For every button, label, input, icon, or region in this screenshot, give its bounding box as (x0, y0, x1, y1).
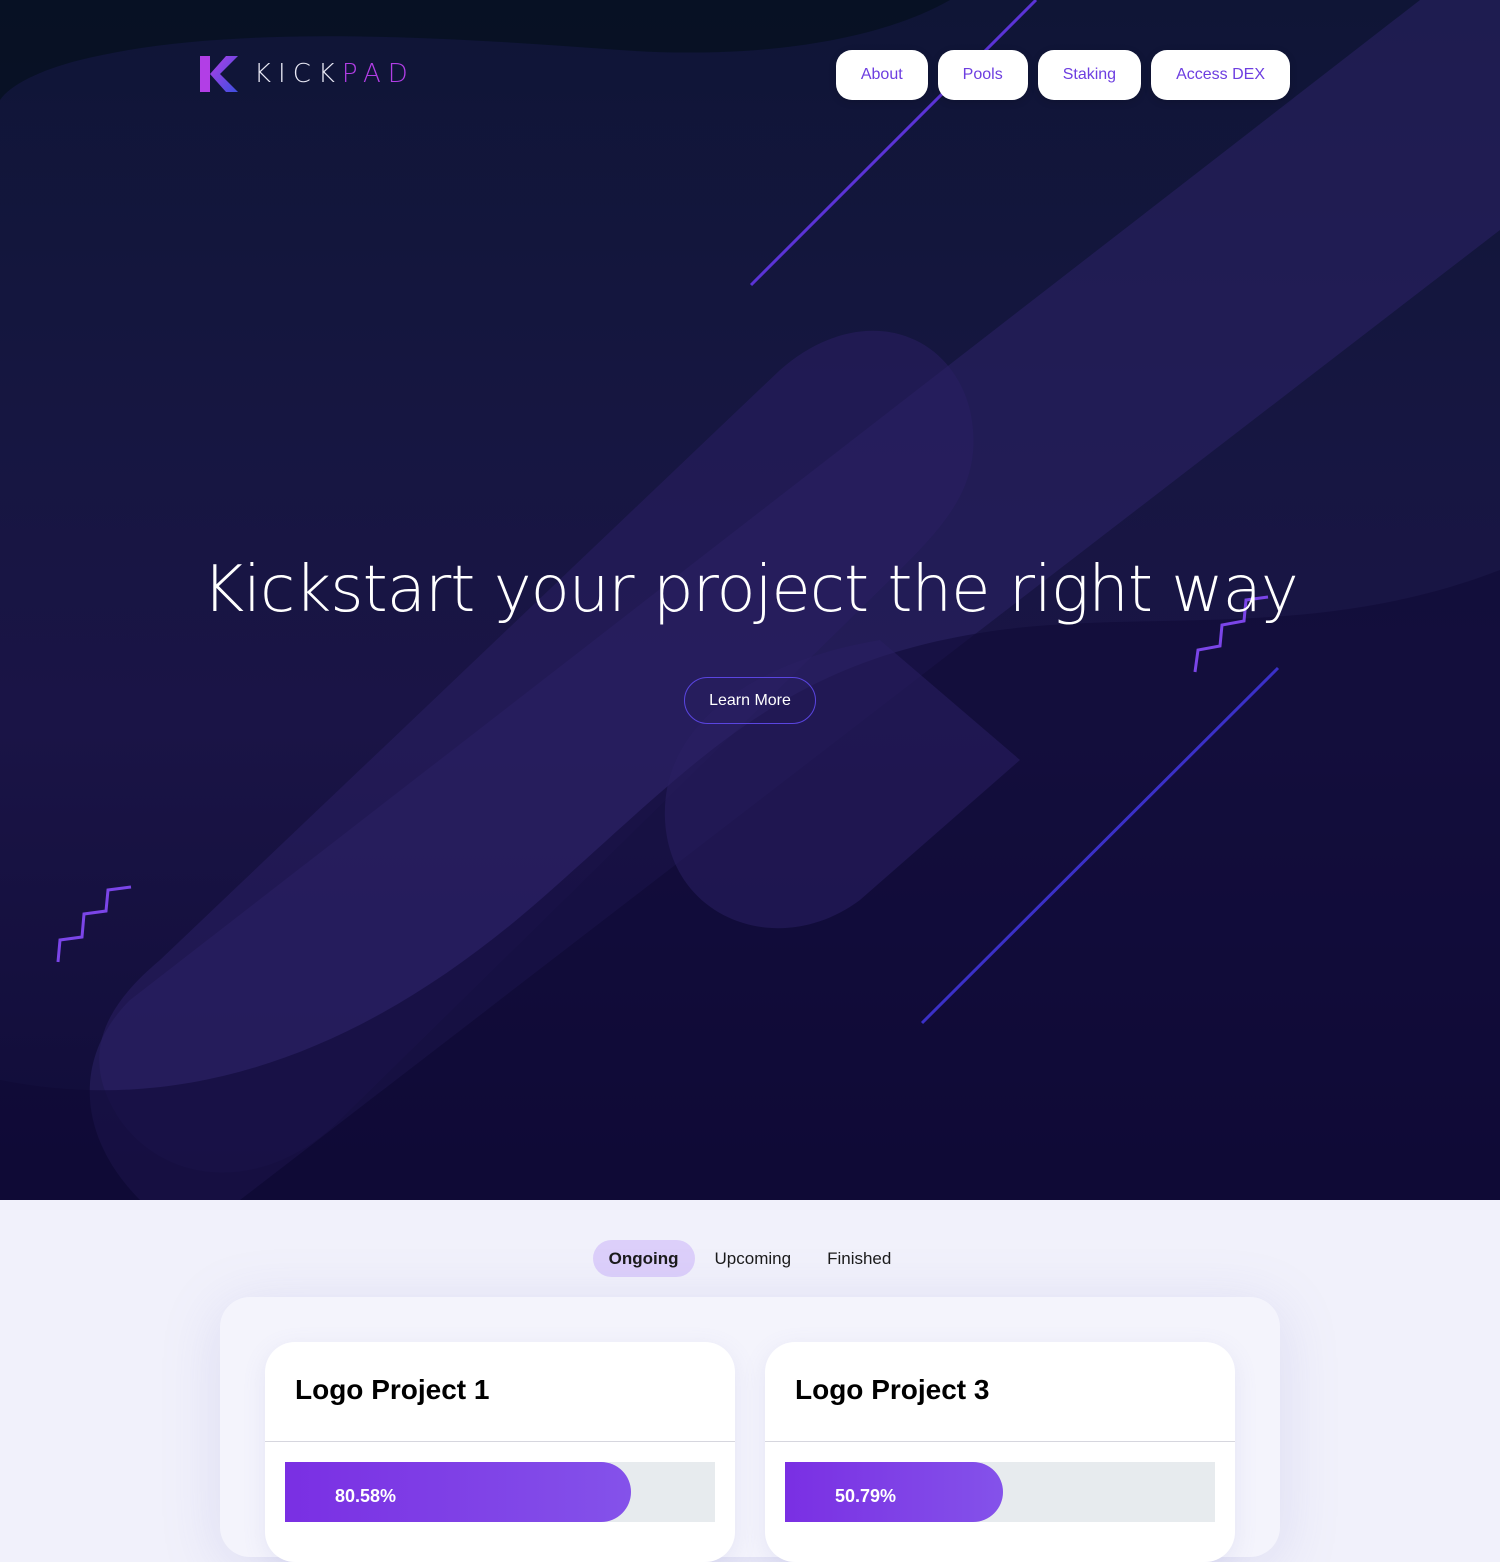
brand-logo[interactable]: KICKPAD (200, 56, 415, 92)
tab-finished[interactable]: Finished (811, 1240, 907, 1277)
project-card[interactable]: Logo Project 3 50.79% (765, 1342, 1235, 1562)
progress-bar: 50.79% (785, 1462, 1215, 1522)
project-title: Logo Project 3 (795, 1374, 990, 1405)
main-nav: About Pools Staking Access DEX (835, 50, 1290, 100)
nav-access-dex-button[interactable]: Access DEX (1151, 50, 1290, 100)
brand-name: KICKPAD (254, 56, 415, 92)
kickpad-k-logo-icon (200, 56, 238, 92)
brand-name-kick: KICK (254, 59, 342, 89)
project-title: Logo Project 1 (295, 1374, 490, 1405)
nav-about-button[interactable]: About (835, 50, 928, 100)
progress-label: 80.58% (335, 1486, 397, 1506)
hero-title: Kickstart your project the right way (202, 553, 1298, 627)
hero-section: KICKPAD About Pools Staking Access DEX K… (0, 0, 1500, 1200)
nav-pools-button[interactable]: Pools (937, 50, 1028, 100)
tab-upcoming[interactable]: Upcoming (699, 1240, 808, 1277)
card-divider (265, 1441, 735, 1442)
tab-ongoing[interactable]: Ongoing (592, 1240, 695, 1277)
progress-fill: 50.79% (785, 1462, 1004, 1522)
card-divider (765, 1441, 1235, 1442)
progress-bar: 80.58% (285, 1462, 715, 1522)
project-card[interactable]: Logo Project 1 80.58% (265, 1342, 735, 1562)
project-status-tabs: Ongoing Upcoming Finished (0, 1240, 1500, 1277)
progress-fill: 80.58% (285, 1462, 632, 1522)
brand-name-pad: PAD (341, 59, 415, 89)
nav-staking-button[interactable]: Staking (1037, 50, 1142, 100)
learn-more-button[interactable]: Learn More (684, 677, 816, 724)
progress-label: 50.79% (835, 1486, 897, 1506)
